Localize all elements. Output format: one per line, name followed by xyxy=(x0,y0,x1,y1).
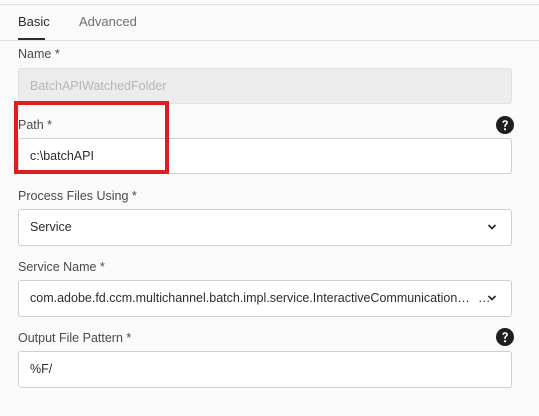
process-files-using-label: Process Files Using * xyxy=(18,189,137,203)
name-field: BatchAPIWatchedFolder xyxy=(18,68,512,104)
active-tab-indicator xyxy=(18,38,45,40)
output-file-pattern-help-icon[interactable] xyxy=(496,328,514,346)
name-field-value: BatchAPIWatchedFolder xyxy=(30,79,167,93)
chevron-down-icon xyxy=(487,224,497,230)
tab-basic[interactable]: Basic xyxy=(18,14,50,29)
tab-advanced[interactable]: Advanced xyxy=(79,14,137,29)
process-files-using-select[interactable]: Service xyxy=(18,209,512,246)
service-name-select[interactable]: com.adobe.fd.ccm.multichannel.batch.impl… xyxy=(18,280,512,317)
service-name-value: com.adobe.fd.ccm.multichannel.batch.impl… xyxy=(30,291,478,305)
path-label: Path * xyxy=(18,118,53,132)
process-files-using-value: Service xyxy=(30,220,72,234)
service-name-label: Service Name * xyxy=(18,260,105,274)
output-file-pattern-label: Output File Pattern * xyxy=(18,331,132,345)
path-input-value: c:\batchAPI xyxy=(30,149,94,163)
chevron-down-icon xyxy=(487,295,497,301)
output-file-pattern-input[interactable]: %F/ xyxy=(18,351,512,388)
path-input[interactable]: c:\batchAPI xyxy=(18,138,512,174)
tab-bar: Basic Advanced xyxy=(0,0,539,41)
watched-folder-properties-panel: Basic Advanced Name * BatchAPIWatchedFol… xyxy=(0,0,539,416)
output-file-pattern-value: %F/ xyxy=(30,362,53,376)
path-help-icon[interactable] xyxy=(496,116,514,134)
name-label: Name * xyxy=(18,47,60,61)
